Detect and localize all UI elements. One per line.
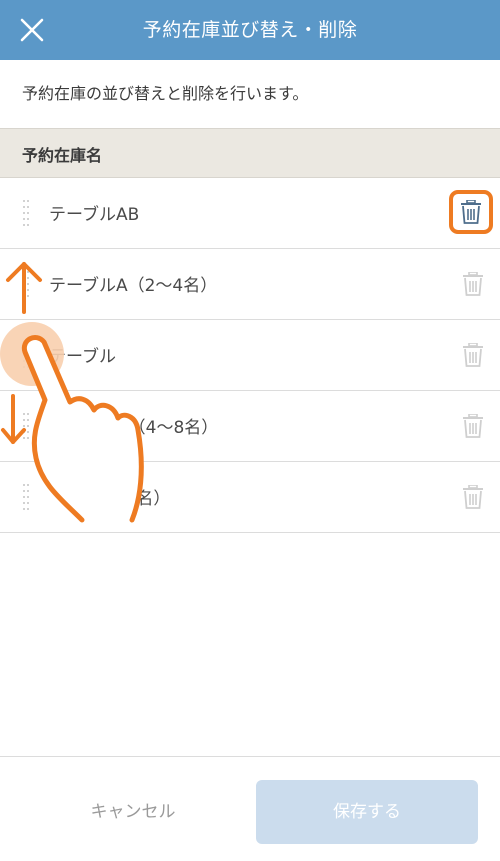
drag-handle-icon[interactable] — [23, 484, 31, 510]
inventory-list: テーブルAB テーブルA（2〜4名） テーブル B（4〜8名） （1名） — [0, 178, 500, 533]
app-header: 予約在庫並び替え・削除 — [0, 0, 500, 60]
list-item[interactable]: テーブル — [0, 320, 500, 391]
drag-handle-icon[interactable] — [23, 342, 31, 368]
delete-button[interactable] — [458, 411, 488, 441]
drag-handle-icon[interactable] — [23, 271, 31, 297]
trash-icon[interactable] — [462, 414, 484, 438]
page-title: 予約在庫並び替え・削除 — [142, 19, 358, 41]
list-item-label: テーブルAB — [49, 205, 140, 225]
list-item[interactable]: （1名） — [0, 462, 500, 533]
trash-icon[interactable] — [462, 272, 484, 296]
list-item[interactable]: B（4〜8名） — [0, 391, 500, 462]
delete-button[interactable] — [449, 190, 493, 234]
cancel-button[interactable]: キャンセル — [28, 780, 238, 844]
list-item[interactable]: テーブルA（2〜4名） — [0, 249, 500, 320]
section-title: 予約在庫名 — [22, 146, 103, 165]
list-item-label: テーブルA（2〜4名） — [49, 276, 218, 296]
section-header: 予約在庫名 — [0, 128, 500, 178]
list-item-label: B（4〜8名） — [49, 418, 219, 438]
list-item-label: テーブル — [49, 347, 116, 367]
trash-icon[interactable] — [462, 485, 484, 509]
delete-button[interactable] — [458, 340, 488, 370]
trash-icon[interactable] — [460, 200, 482, 224]
delete-button[interactable] — [458, 482, 488, 512]
drag-handle-icon[interactable] — [23, 413, 31, 439]
list-item[interactable]: テーブルAB — [0, 178, 500, 249]
description-text: 予約在庫の並び替えと削除を行います。 — [22, 84, 309, 103]
footer-bar: キャンセル 保存する — [0, 756, 500, 861]
trash-icon[interactable] — [462, 343, 484, 367]
delete-button[interactable] — [458, 269, 488, 299]
list-item-label: （1名） — [49, 489, 171, 509]
save-button[interactable]: 保存する — [256, 780, 478, 844]
drag-handle-icon[interactable] — [23, 200, 31, 226]
